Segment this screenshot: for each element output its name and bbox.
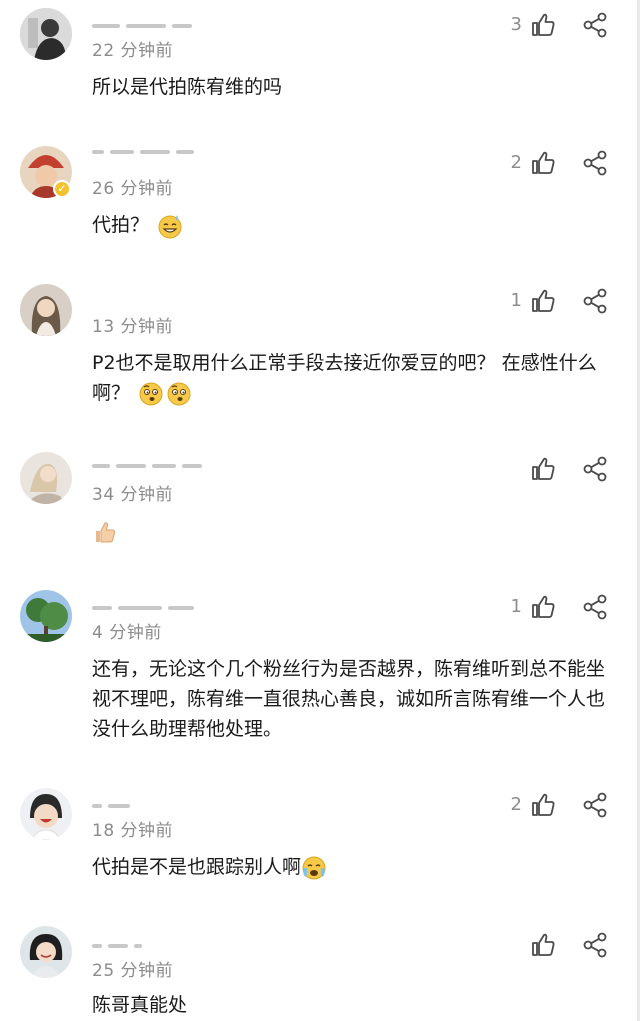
- avatar-man-portrait: [20, 8, 72, 60]
- comment-text: 代拍？: [92, 210, 622, 240]
- like-count: 2: [510, 794, 522, 815]
- crying-emoji: [301, 855, 327, 881]
- avatar-laughing-person: [20, 788, 72, 840]
- thumbs-up-icon: [532, 933, 555, 956]
- share-icon: [583, 150, 607, 176]
- thumbs-up-icon: [532, 793, 555, 816]
- comment-time: 13 分钟前: [92, 317, 174, 337]
- username-blurred: [92, 598, 222, 612]
- comment-list: 22 分钟前 所以是代拍陈宥维的吗 3 ✓ 26 分钟前 代拍？ 2 13 分钟…: [0, 0, 640, 1021]
- like-button[interactable]: [530, 792, 556, 818]
- like-count: 1: [510, 290, 522, 311]
- username-blurred: [92, 456, 222, 470]
- share-button[interactable]: [581, 455, 609, 483]
- thumbs-up-icon: [532, 595, 555, 618]
- username-blurred: [92, 16, 222, 30]
- thumbs-up-icon: [532, 13, 555, 36]
- comment-time: 18 分钟前: [92, 821, 174, 841]
- thinking-emoji: [138, 381, 164, 407]
- like-button[interactable]: [530, 594, 556, 620]
- comment-text: 所以是代拍陈宥维的吗: [92, 72, 622, 102]
- username-blurred: [92, 796, 222, 810]
- like-button[interactable]: [530, 150, 556, 176]
- share-icon: [583, 932, 607, 958]
- comment-text: [92, 516, 622, 546]
- comment-text: 代拍是不是也跟踪别人啊: [92, 852, 622, 882]
- avatar-tree-sky: [20, 590, 72, 642]
- sweat-smile-emoji: [157, 213, 183, 239]
- comment-text: P2也不是取用什么正常手段去接近你爱豆的吧？ 在感性什么啊？: [92, 348, 622, 408]
- like-count: 1: [510, 596, 522, 617]
- verified-badge-icon: ✓: [53, 180, 71, 198]
- like-button[interactable]: [530, 932, 556, 958]
- share-button[interactable]: [581, 791, 609, 819]
- username-blurred: [92, 142, 222, 156]
- share-button[interactable]: [581, 149, 609, 177]
- user-avatar[interactable]: [20, 590, 72, 642]
- avatar-woman-portrait: [20, 284, 72, 336]
- like-count: 2: [510, 152, 522, 173]
- comment-text-content: 还有，无论这个几个粉丝行为是否越界，陈宥维听到总不能坐视不理吧，陈宥维一直很热心…: [92, 658, 606, 740]
- thumbs-up-icon: [532, 151, 555, 174]
- share-button[interactable]: [581, 11, 609, 39]
- comment-text-content: 所以是代拍陈宥维的吗: [92, 76, 283, 98]
- comment-time: 25 分钟前: [92, 961, 174, 981]
- comment-text: 陈哥真能处: [92, 990, 622, 1020]
- share-icon: [583, 12, 607, 38]
- share-button[interactable]: [581, 287, 609, 315]
- user-avatar[interactable]: [20, 926, 72, 978]
- comment-time: 4 分钟前: [92, 623, 162, 643]
- share-icon: [583, 594, 607, 620]
- thumbs-up-icon: [532, 457, 555, 480]
- comment-time: 34 分钟前: [92, 485, 174, 505]
- comment-text-content: 代拍？: [92, 214, 150, 236]
- share-icon: [583, 456, 607, 482]
- share-button[interactable]: [581, 931, 609, 959]
- comment-time: 26 分钟前: [92, 179, 174, 199]
- avatar-woman-sitting: [20, 452, 72, 504]
- comment-text-content: 代拍是不是也跟踪别人啊: [92, 856, 302, 878]
- thumbs-up-icon: [532, 289, 555, 312]
- comment-text: 还有，无论这个几个粉丝行为是否越界，陈宥维听到总不能坐视不理吧，陈宥维一直很热心…: [92, 654, 622, 744]
- comment-text-content: 陈哥真能处: [92, 994, 188, 1016]
- thumbs-up-emoji: [92, 519, 118, 545]
- like-count: 3: [510, 14, 522, 35]
- username-blurred: [92, 936, 222, 950]
- share-button[interactable]: [581, 593, 609, 621]
- share-icon: [583, 792, 607, 818]
- like-button[interactable]: [530, 12, 556, 38]
- like-button[interactable]: [530, 456, 556, 482]
- avatar-woman-smiling: [20, 926, 72, 978]
- share-icon: [583, 288, 607, 314]
- user-avatar[interactable]: [20, 284, 72, 336]
- user-avatar[interactable]: [20, 788, 72, 840]
- user-avatar[interactable]: [20, 452, 72, 504]
- user-avatar[interactable]: [20, 8, 72, 60]
- thinking-emoji: [166, 381, 192, 407]
- like-button[interactable]: [530, 288, 556, 314]
- comment-time: 22 分钟前: [92, 41, 174, 61]
